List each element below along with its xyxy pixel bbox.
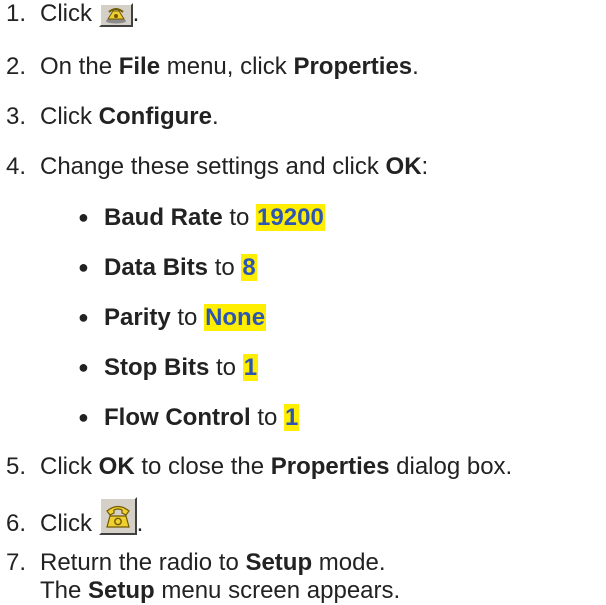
step-7-result: The Setup menu screen appears. [40, 577, 400, 605]
step-text-end: mode. [312, 549, 386, 576]
setting-value: 1 [284, 404, 300, 431]
step-4: 4. Change these settings and click OK: [6, 153, 428, 181]
step-text-mid: to close the [134, 453, 271, 480]
step-text-end: : [421, 153, 429, 180]
setting-value: 19200 [256, 204, 325, 231]
instructions: 1. Click . 2. On the File menu, click Prop… [0, 0, 606, 604]
screen-name: Setup [88, 577, 155, 604]
step-number: 7. [6, 549, 27, 576]
setting-value: 1 [242, 354, 259, 381]
setting-value: 8 [241, 254, 257, 281]
disconnect-phone-icon [98, 3, 133, 27]
command-name: Configure [98, 103, 212, 130]
command-name: Properties [293, 53, 413, 80]
setting-value: None [204, 304, 267, 331]
step-text-end: menu screen appears. [154, 577, 401, 604]
bullet-icon: ● [78, 407, 89, 427]
step-number: 3. [6, 103, 27, 130]
setting-to: to [214, 254, 235, 281]
bullet-icon: ● [78, 307, 89, 327]
step-text-end: . [212, 103, 219, 130]
step-text-end: . [136, 510, 144, 537]
step-text: Click [40, 453, 99, 480]
bullet-icon: ● [78, 257, 89, 277]
setting-name: Baud Rate [104, 204, 223, 231]
setting-item-stop-bits: ● Stop Bits to 1 [78, 353, 259, 382]
bullet-icon: ● [78, 207, 89, 227]
step-number: 2. [6, 53, 27, 80]
setting-name: Stop Bits [104, 354, 210, 381]
step-text: On the [40, 53, 119, 80]
setting-name: Flow Control [104, 404, 251, 431]
setting-item-data-bits: ● Data Bits to 8 [78, 253, 257, 282]
setting-item-parity: ● Parity to None [78, 303, 267, 332]
step-text-end: . [132, 0, 140, 27]
step-text-end: . [412, 53, 419, 80]
step-7: 7. Return the radio to Setup mode. [6, 549, 386, 577]
step-text: Change these settings and click [40, 153, 386, 180]
bullet-icon: ● [78, 357, 89, 377]
step-6: 6. Click . [6, 497, 143, 538]
step-1: 1. Click . [6, 0, 139, 28]
setting-name: Parity [104, 304, 171, 331]
step-2: 2. On the File menu, click Properties. [6, 53, 419, 81]
step-number: 5. [6, 453, 27, 480]
setting-to: to [216, 354, 237, 381]
dialog-name: Properties [270, 453, 390, 480]
step-text-end: dialog box. [389, 453, 513, 480]
step-number: 4. [6, 153, 27, 180]
step-text: The [40, 577, 89, 604]
step-number: 6. [6, 510, 27, 537]
setting-name: Data Bits [104, 254, 209, 281]
setting-item-flow-control: ● Flow Control to 1 [78, 403, 300, 432]
menu-name: File [118, 53, 161, 80]
setting-to: to [229, 204, 250, 231]
step-3: 3. Click Configure. [6, 103, 219, 131]
step-text-mid: menu, click [160, 53, 294, 80]
step-number: 1. [6, 0, 27, 27]
step-text: Click [40, 103, 99, 130]
step-text: Return the radio to [40, 549, 246, 576]
step-text: Click [40, 0, 92, 27]
button-name: OK [98, 453, 135, 480]
setting-to: to [177, 304, 198, 331]
setting-to: to [257, 404, 278, 431]
mode-name: Setup [245, 549, 313, 576]
setting-item-baud-rate: ● Baud Rate to 19200 [78, 203, 325, 232]
step-5: 5. Click OK to close the Properties dialo… [6, 453, 512, 481]
step-text: Click [40, 510, 92, 537]
button-name: OK [385, 153, 422, 180]
call-phone-icon [98, 497, 137, 535]
